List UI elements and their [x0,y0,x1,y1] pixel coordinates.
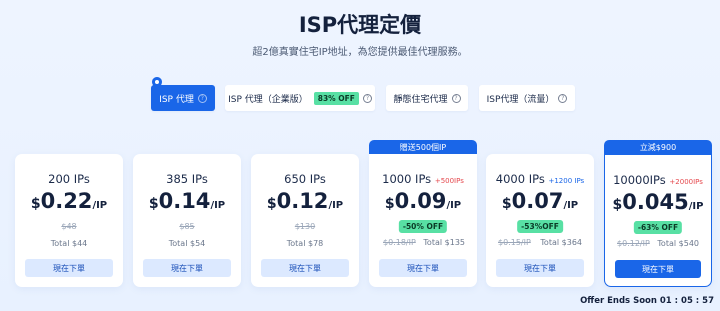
help-icon[interactable]: ? [451,93,461,103]
discount-badge: -63% OFF [633,221,683,234]
original-price: $48 [61,222,77,231]
plan-ips: 10000IPs +2000IPs [613,173,703,187]
plan-card-4000: 4000 IPs +1200 IPs $0.07/IP -53%OFF $0.1… [486,154,594,287]
plan-ribbon: 贈送500個IP [369,140,477,155]
original-price: $0.15/IP [498,238,531,247]
discount-badge: -53%OFF [517,220,563,233]
plan-price: $0.22/IP [30,189,108,213]
tab-isp-proxy[interactable]: ISP 代理 ? [151,85,215,111]
bonus-ips: +500IPs [434,177,464,185]
bonus-ips: +2000IPs [669,178,703,186]
plan-ips: 1000 IPs +500IPs [382,172,464,186]
plan-price: $0.045/IP [612,190,704,214]
original-price: $130 [294,222,316,231]
tab-label: ISP 代理 [159,94,194,105]
order-now-button[interactable]: 現在下單 [496,259,584,277]
order-now-button[interactable]: 現在下單 [261,259,349,277]
original-price: $85 [179,222,195,231]
tab-isp-enterprise[interactable]: ISP 代理（企業版） 83% OFF ? [225,85,375,111]
order-now-button[interactable]: 現在下單 [379,259,467,277]
plan-card-650: 650 IPs $0.12/IP $130 Total $78 現在下單 [251,154,359,287]
plan-price: $0.14/IP [148,189,226,213]
plan-card-385: 385 IPs $0.14/IP $85 Total $54 現在下單 [133,154,241,287]
discount-badge: 83% OFF [313,91,359,105]
tab-isp-traffic[interactable]: ISP代理（流量） ? [479,85,575,111]
plan-total: Total $44 [50,239,88,248]
plan-ips: 4000 IPs +1200 IPs [495,172,585,186]
plan-price: $0.07/IP [501,189,579,213]
page-title: ISP代理定價 [298,13,422,37]
discount-badge: -50% OFF [398,220,448,233]
plan-total: Total $540 [657,239,699,248]
plan-card-10000: 10000IPs +2000IPs $0.045/IP -63% OFF $0.… [604,154,712,287]
help-icon[interactable]: ? [197,93,207,103]
bonus-ips: +1200 IPs [548,177,585,185]
tab-label: ISP 代理（企業版） [228,94,308,105]
help-icon[interactable]: ? [362,93,372,103]
plan-ips: 650 IPs [284,172,326,186]
plan-total: Total $78 [286,239,324,248]
original-price: $0.12/IP [617,239,650,248]
plan-ips: 385 IPs [166,172,208,186]
page-subtitle: 超2億真實住宅IP地址，為您提供最佳代理服務。 [252,47,468,58]
original-price: $0.18/IP [383,238,416,247]
plan-price: $0.09/IP [384,189,462,213]
help-icon[interactable]: ? [558,93,568,103]
order-now-button[interactable]: 現在下單 [143,259,231,277]
order-now-button[interactable]: 現在下單 [615,260,701,278]
plan-price: $0.12/IP [266,189,344,213]
plan-total: Total $364 [540,238,582,247]
offer-countdown: Offer Ends Soon 01 : 05 : 57 [580,296,714,306]
tab-label: ISP代理（流量） [486,94,555,105]
order-now-button[interactable]: 現在下單 [25,259,113,277]
plan-ips: 200 IPs [48,172,90,186]
plan-total: Total $135 [423,238,465,247]
tab-label: 靜態住宅代理 [393,94,448,105]
plan-card-1000: 1000 IPs +500IPs $0.09/IP -50% OFF $0.18… [369,154,477,287]
plan-ribbon: 立減$900 [604,140,712,155]
plan-total: Total $54 [168,239,206,248]
plan-card-200: 200 IPs $0.22/IP $48 Total $44 現在下單 [15,154,123,287]
tab-static-residential[interactable]: 靜態住宅代理 ? [386,85,468,111]
